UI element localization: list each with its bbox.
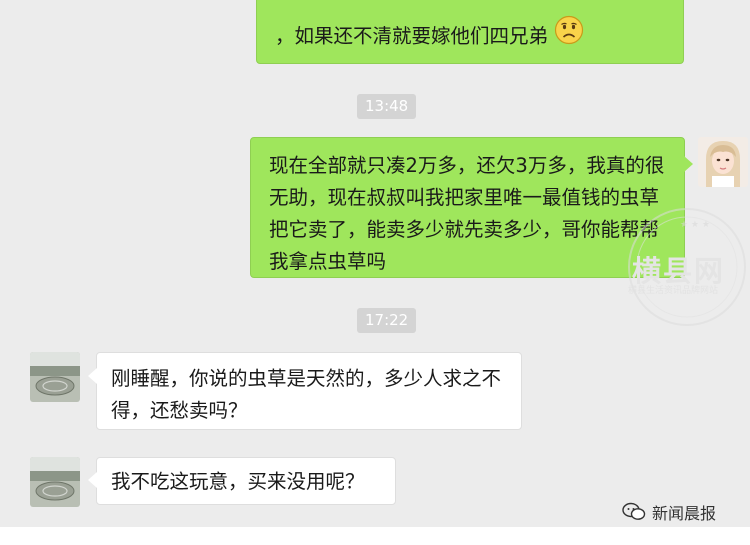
timestamp: 17:22 — [357, 308, 417, 333]
message-bubble-mine: 现在全部就只凑2万多，还欠3万多，我真的很无助，现在叔叔叫我把家里唯一最值钱的虫… — [250, 137, 685, 278]
avatar-self[interactable] — [698, 137, 748, 187]
avatar-contact[interactable] — [30, 352, 80, 402]
svg-text:★ ★ ★: ★ ★ ★ — [680, 220, 710, 230]
watermark-subtitle: 横县生活资讯品牌网站 — [628, 286, 719, 296]
message-bubble-mine: ，如果还不清就要嫁他们四兄弟 — [256, 0, 684, 64]
footer-strip — [0, 527, 750, 545]
message-text: 我不吃这玩意，买来没用呢？ — [111, 470, 365, 493]
message-text: 现在全部就只凑2万多，还欠3万多，我真的很无助，现在叔叔叫我把家里唯一最值钱的虫… — [269, 154, 665, 273]
wechat-icon — [622, 502, 646, 520]
bubble-tail — [684, 156, 693, 172]
bubble-tail — [88, 472, 97, 488]
source-badge: 新闻晨报 — [622, 500, 716, 524]
sad-face-icon — [554, 15, 584, 55]
message-text: ，如果还不清就要嫁他们四兄弟 — [275, 24, 549, 48]
message-bubble-contact: 我不吃这玩意，买来没用呢？ — [96, 457, 396, 505]
source-badge-label: 新闻晨报 — [652, 504, 717, 523]
bubble-tail — [88, 368, 97, 384]
timestamp: 13:48 — [357, 94, 417, 119]
message-text: 刚睡醒，你说的虫草是天然的，多少人求之不得，还愁卖吗？ — [111, 367, 502, 422]
avatar-contact[interactable] — [30, 457, 80, 507]
message-bubble-contact: 刚睡醒，你说的虫草是天然的，多少人求之不得，还愁卖吗？ — [96, 352, 522, 430]
